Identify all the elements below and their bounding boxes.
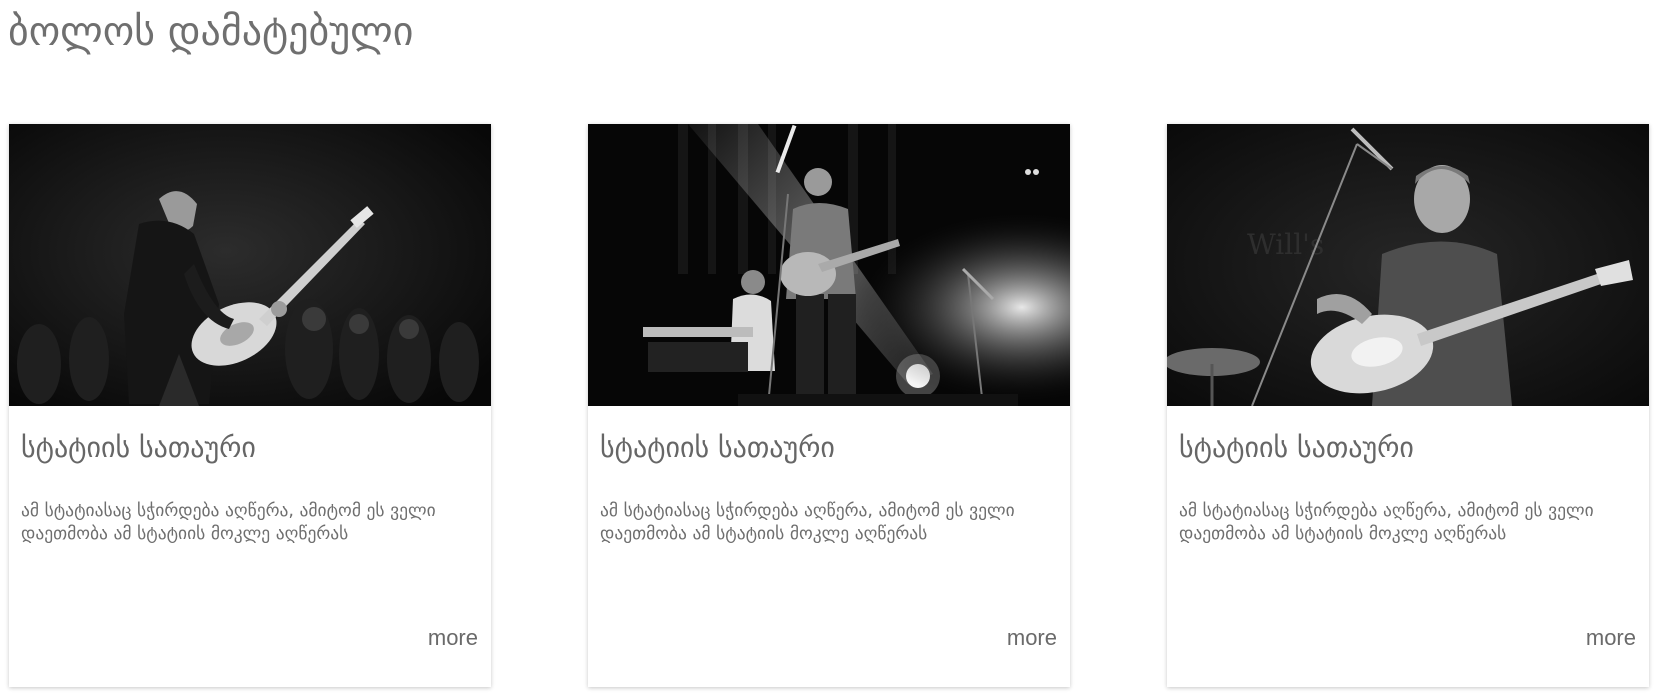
concert-photo-icon: Will's [1167,124,1649,406]
article-card-list: სტატიის სათაური ამ სტატიასაც სჭირდება აღ… [9,124,1649,687]
article-title[interactable]: სტატიის სათაური [600,430,835,466]
article-description: ამ სტატიასაც სჭირდება აღწერა, ამიტომ ეს … [1179,501,1594,544]
concert-photo-icon [588,124,1070,406]
article-description: ამ სტატიასაც სჭირდება აღწერა, ამიტომ ეს … [600,501,1015,544]
article-image[interactable] [9,124,491,406]
article-card[interactable]: სტატიის სათაური ამ სტატიასაც სჭირდება აღ… [9,124,491,687]
article-title[interactable]: სტატიის სათაური [21,430,256,466]
article-image[interactable] [588,124,1070,406]
article-title[interactable]: სტატიის სათაური [1179,430,1414,466]
concert-photo-icon [9,124,491,406]
more-link[interactable]: more [1586,624,1636,652]
article-card[interactable]: სტატიის სათაური ამ სტატიასაც სჭირდება აღ… [588,124,1070,687]
article-image[interactable]: Will's [1167,124,1649,406]
article-description: ამ სტატიასაც სჭირდება აღწერა, ამიტომ ეს … [21,501,436,544]
article-card[interactable]: Will's სტატიის სათაური ამ სტატიასაც სჭირ… [1167,124,1649,687]
section-title: ბოლოს დამატებული [8,9,414,55]
more-link[interactable]: more [1007,624,1057,652]
more-link[interactable]: more [428,624,478,652]
